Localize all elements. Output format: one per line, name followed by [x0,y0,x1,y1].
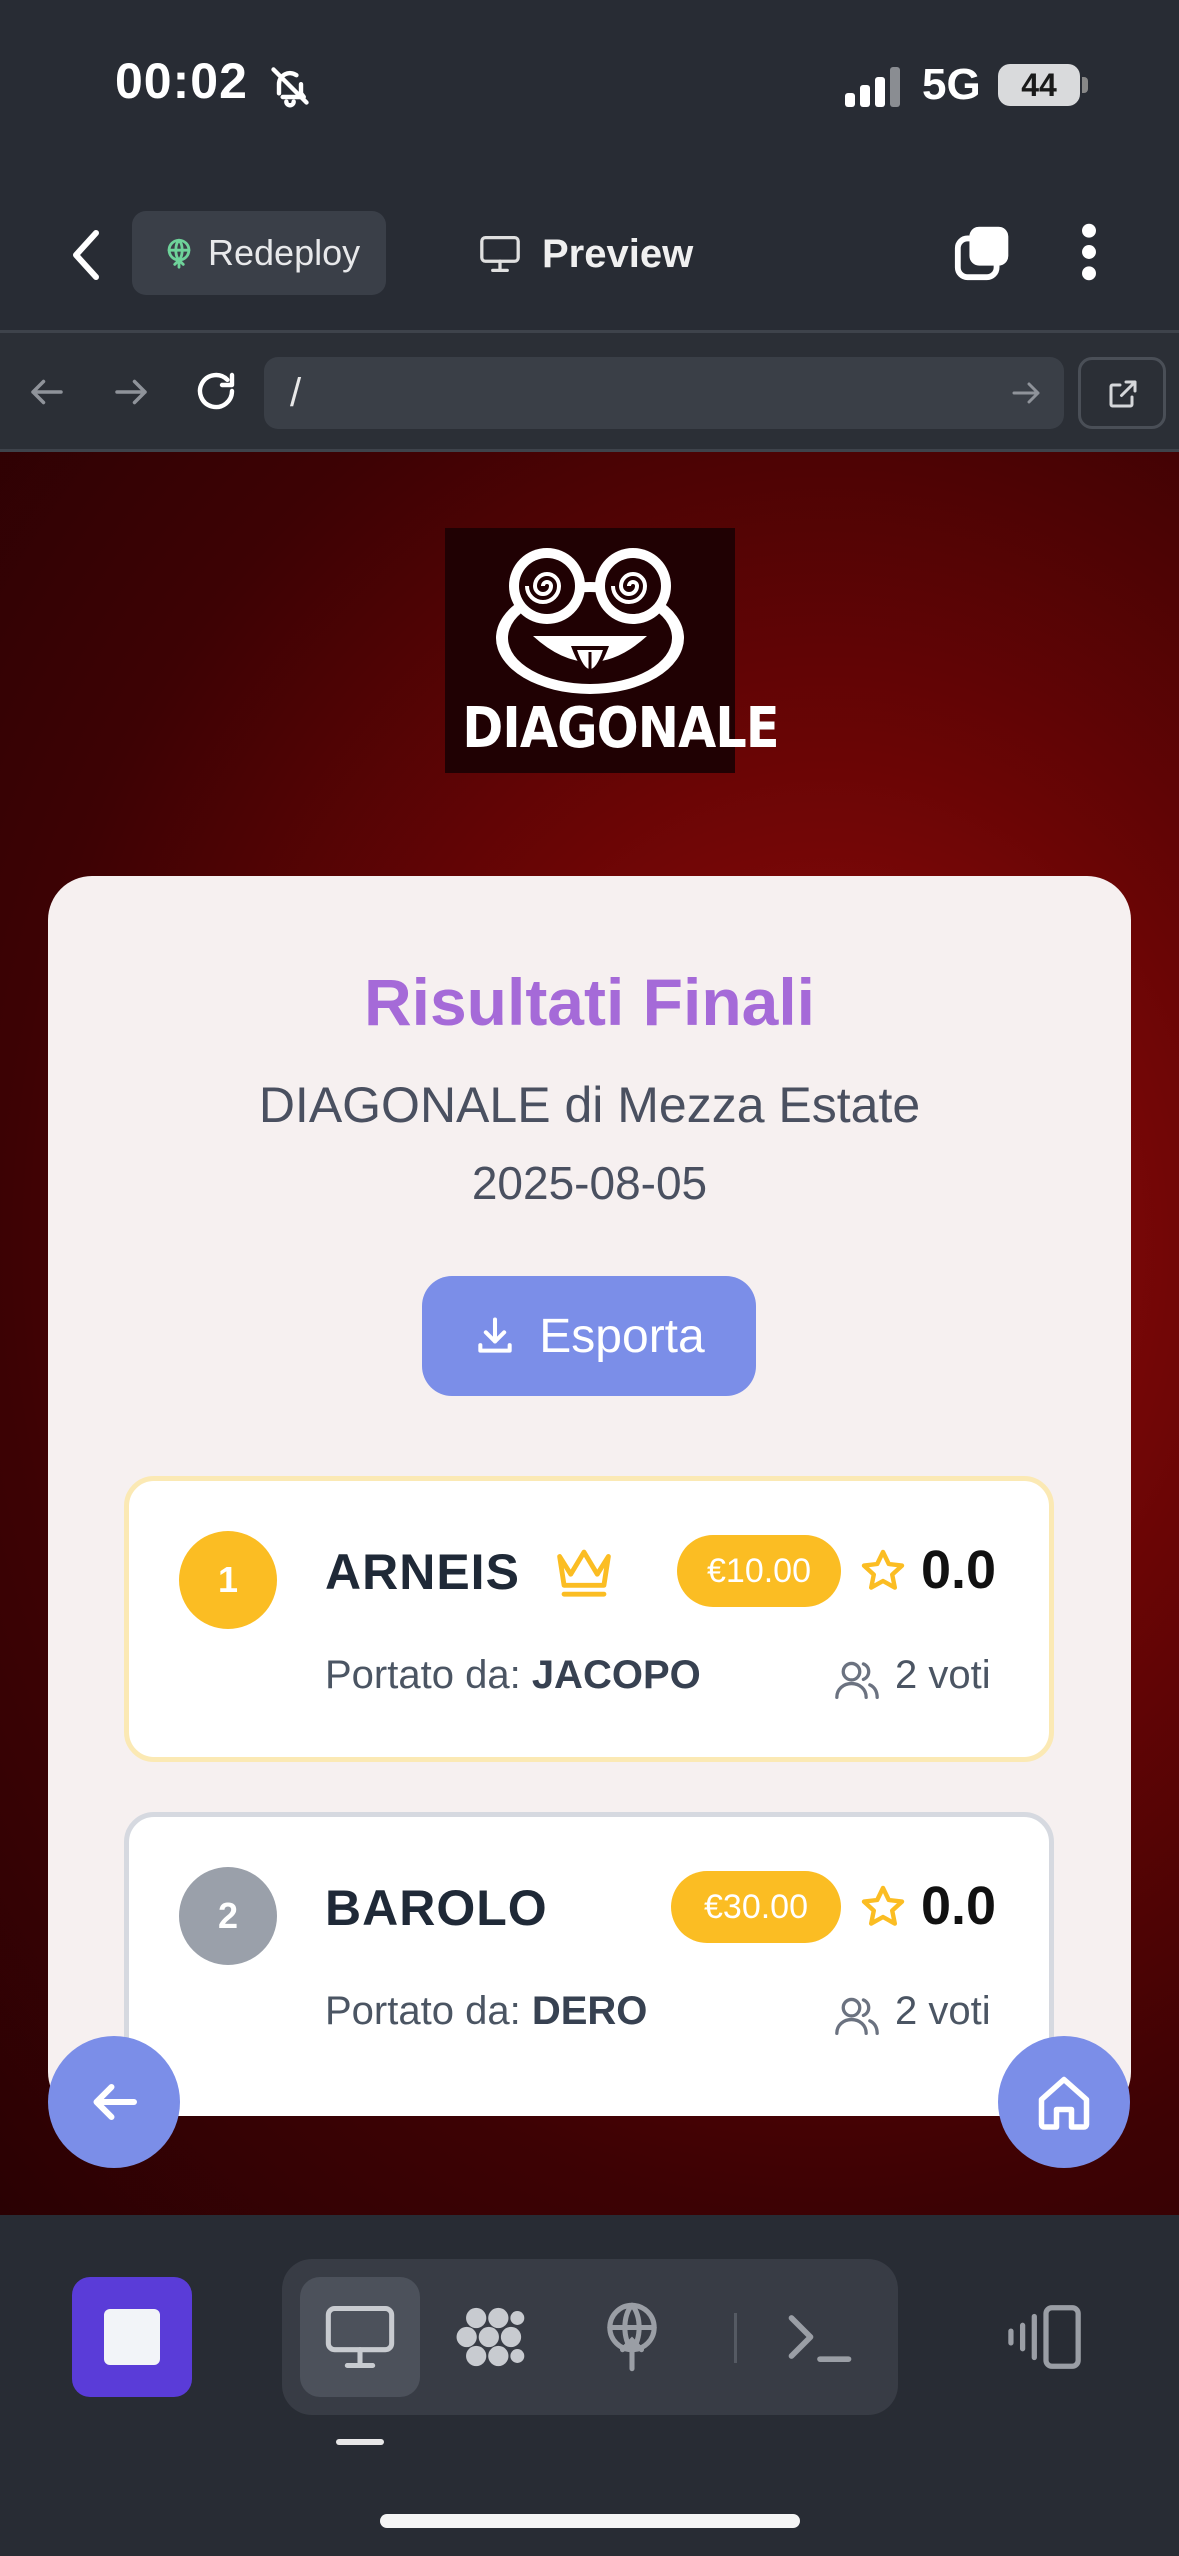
battery-indicator: 44 [998,64,1080,106]
brought-by-label: Portato da: [325,1653,521,1697]
download-icon [478,1317,512,1353]
score-value: 0.0 [921,1540,997,1600]
home-icon [1038,2076,1090,2130]
reload-icon[interactable] [192,367,240,415]
diagonale-logo: DIAGONALE [445,528,780,773]
home-fab-button[interactable] [998,2036,1130,2168]
crown-icon [557,1549,611,1597]
devices-icon[interactable] [1008,2301,1084,2373]
dock-tab-terminal-icon[interactable] [782,2299,858,2375]
dock-tab-preview[interactable] [300,2277,420,2397]
home-indicator [380,2514,800,2528]
preview-label: Preview [542,231,694,276]
status-time: 00:02 [115,53,248,109]
stop-button[interactable] [72,2277,192,2397]
brought-by-name: JACOPO [531,1653,701,1697]
star-icon [861,1885,905,1926]
back-chevron-icon[interactable] [62,227,110,283]
wine-name: ARNEIS [325,1544,520,1600]
stop-icon [104,2309,160,2365]
brought-by-label: Portato da: [325,1989,521,2033]
redeploy-label: Redeploy [208,232,361,273]
result-item-1[interactable]: 1 ARNEIS €10.00 0.0 Portato da: JACOPO 2… [124,1476,1054,1762]
status-bar: 00:02 5G 44 [0,0,1179,175]
export-label: Esporta [539,1309,705,1363]
arrow-left-icon [93,2084,137,2120]
url-input[interactable]: / [264,357,1064,429]
wine-name: BAROLO [325,1880,548,1936]
monitor-icon [325,2305,395,2369]
web-preview: DIAGONALE Risultati Finali DIAGONALE di … [0,452,1179,2215]
event-date: 2025-08-05 [471,1157,708,1209]
brought-by: Portato da: DERO [325,1989,647,2034]
score-value: 0.0 [921,1876,997,1936]
bottom-dock [0,2215,1179,2556]
frog-mascot-logo-icon [496,548,684,694]
bell-muted-icon [271,67,309,108]
rank-badge: 2 [179,1867,277,1965]
app-toolbar: Redeploy Preview [0,175,1179,330]
dock-tab-deploy-icon[interactable] [594,2299,670,2375]
users-icon [835,1997,879,2035]
brought-by: Portato da: JACOPO [325,1653,701,1698]
price-badge: €10.00 [677,1535,841,1607]
open-external-button[interactable] [1078,357,1166,429]
battery-tip [1082,77,1088,93]
star-icon [861,1549,905,1590]
url-text: / [290,371,302,415]
price-badge: €30.00 [671,1871,841,1943]
monitor-icon [480,235,520,272]
results-card: Risultati Finali DIAGONALE di Mezza Esta… [48,876,1131,2116]
votes-count: 2 voti [895,1989,991,2033]
deploy-icon [167,238,191,269]
rank-badge: 1 [179,1531,277,1629]
preview-tab[interactable]: Preview [478,219,693,289]
more-options-icon[interactable] [1072,221,1106,283]
logo-wordmark: DIAGONALE [462,696,779,761]
dock-tab-packages-icon[interactable] [454,2299,530,2375]
event-name: DIAGONALE di Mezza Estate [258,1077,921,1133]
export-button[interactable]: Esporta [422,1276,756,1396]
votes-count: 2 voti [895,1653,991,1697]
dock-separator [734,2313,737,2363]
active-tab-indicator [336,2439,384,2445]
users-icon [835,1661,879,1699]
brought-by-name: DERO [531,1989,648,2033]
cellular-signal-icon [845,67,900,107]
arrow-left-icon[interactable] [26,371,68,413]
back-fab-button[interactable] [48,2036,180,2168]
arrow-right-icon[interactable] [110,371,152,413]
external-link-icon [1109,380,1137,408]
page-title: Risultati Finali [363,965,816,1039]
network-type: 5G [922,60,981,109]
browser-bar: / [0,330,1179,452]
dock-tool-group [282,2259,898,2415]
result-item-2[interactable]: 2 BAROLO €30.00 0.0 Portato da: DERO 2 v… [124,1812,1054,2116]
redeploy-button[interactable]: Redeploy [132,211,386,295]
tabs-icon[interactable] [952,221,1014,283]
go-arrow-icon[interactable] [1008,375,1044,411]
